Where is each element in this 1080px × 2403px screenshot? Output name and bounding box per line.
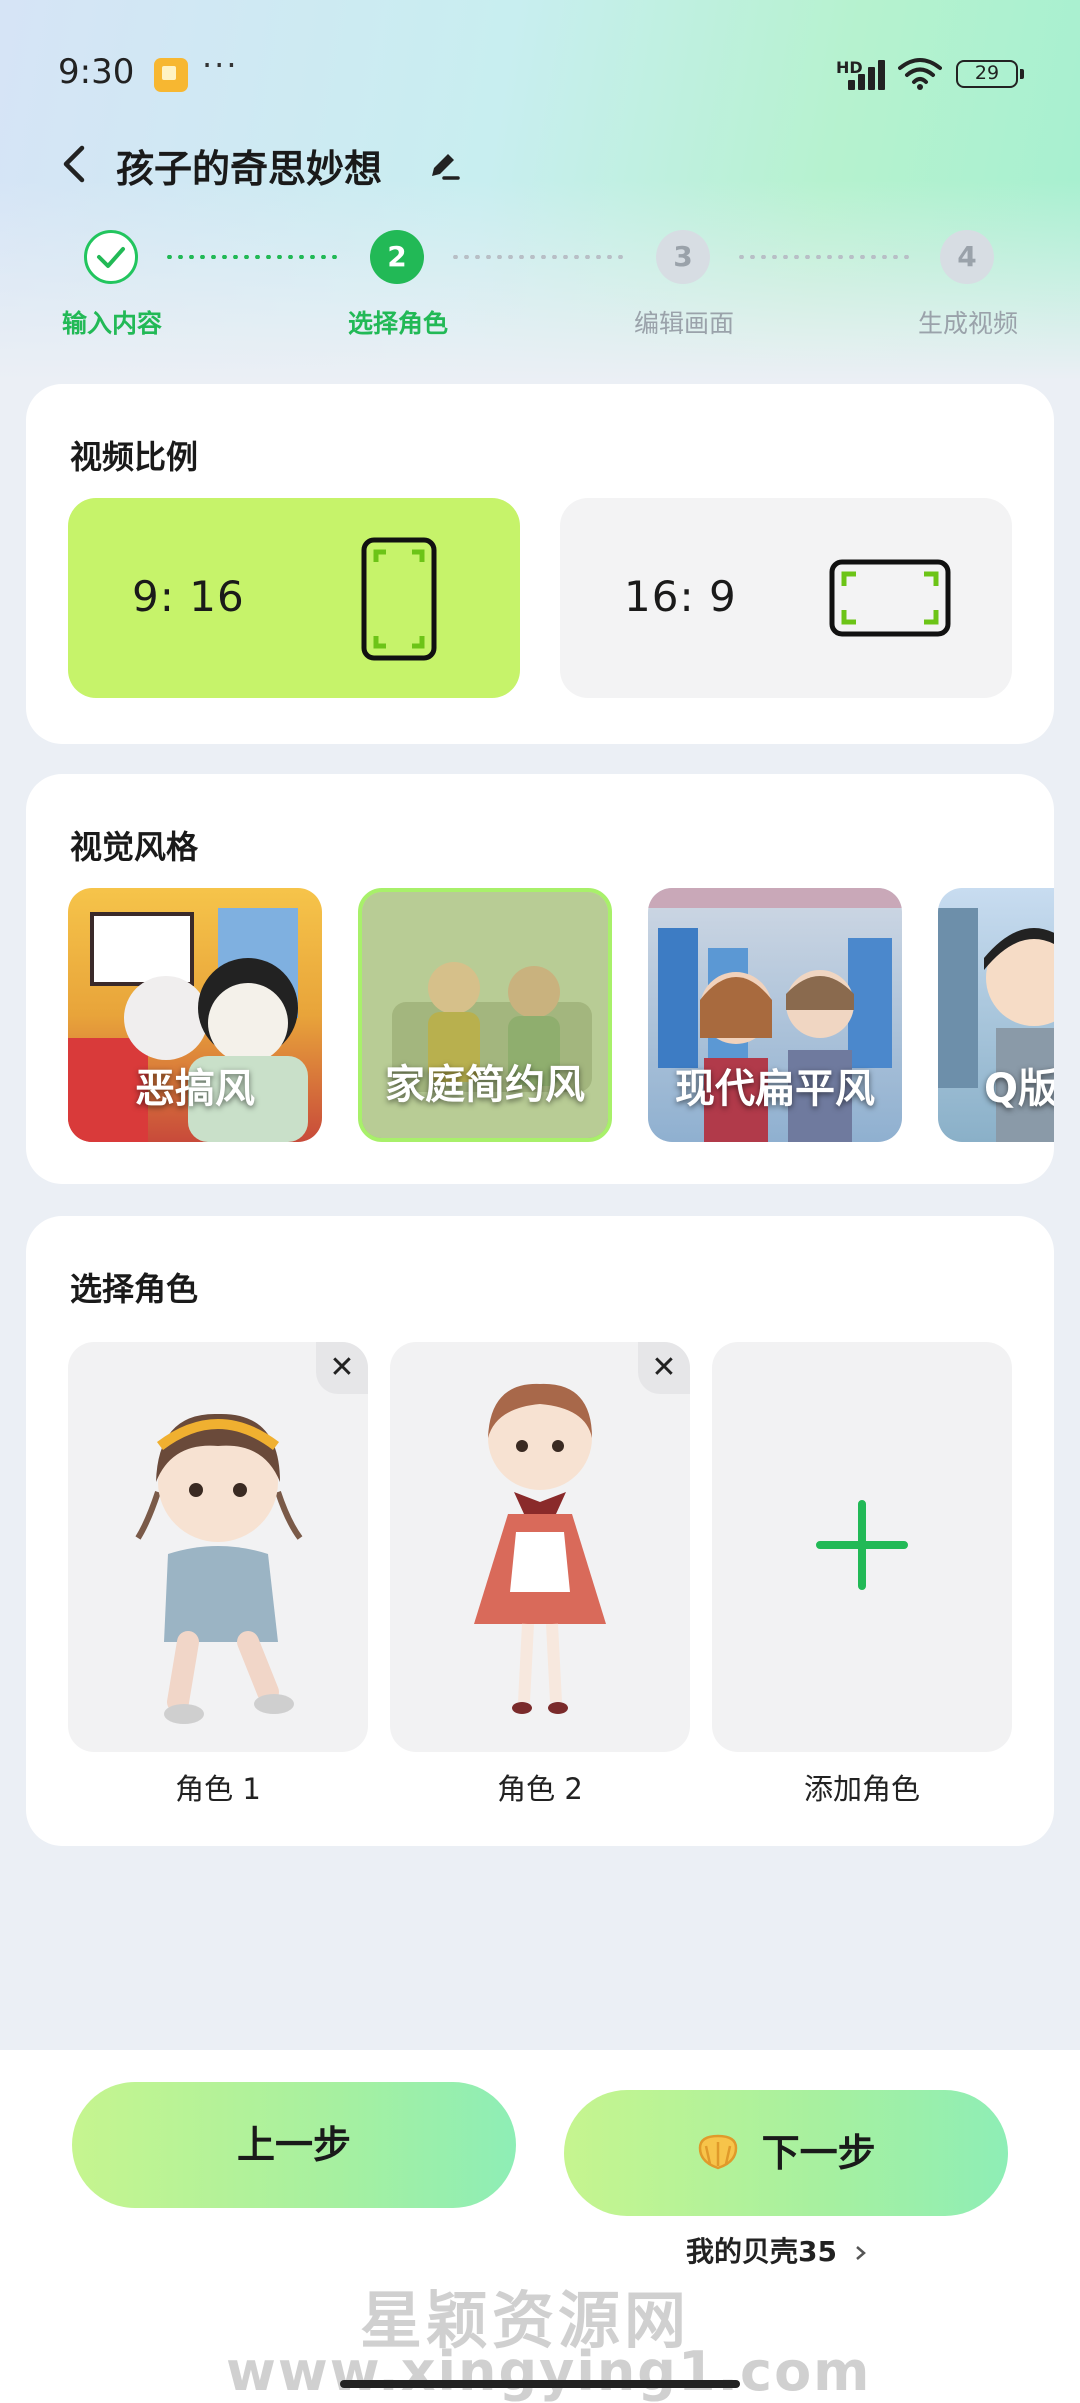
shell-balance-link[interactable]: 我的贝壳35 (686, 2230, 869, 2270)
notification-app-icon (154, 58, 188, 92)
step-1-label: 输入内容 (61, 309, 162, 338)
remove-character-2-button[interactable]: ✕ (638, 1342, 690, 1394)
character-card-1[interactable]: ✕ (68, 1342, 368, 1752)
wifi-icon (898, 58, 942, 90)
battery-level: 29 (974, 62, 1000, 84)
step-4-circle: 4 (940, 230, 994, 284)
add-character-label: 添加角色 (803, 1772, 920, 1806)
character-card-2[interactable]: ✕ (390, 1342, 690, 1752)
portrait-frame-icon (361, 537, 437, 661)
character-1-label: 角色 1 (175, 1772, 261, 1806)
status-time: 9:30 (58, 52, 135, 92)
edit-pencil-icon[interactable] (424, 146, 462, 184)
previous-step-button[interactable]: 上一步 (72, 2082, 516, 2208)
remove-character-1-button[interactable]: ✕ (316, 1342, 368, 1394)
more-notifications-icon: ··· (202, 46, 239, 84)
previous-step-label: 上一步 (236, 2123, 351, 2167)
shell-balance-text: 我的贝壳35 (686, 2235, 837, 2268)
next-step-label: 下一步 (761, 2131, 876, 2175)
status-bar: 9:30 ··· HD 29 (0, 40, 1080, 110)
plus-icon (816, 1500, 908, 1590)
battery-icon: 29 (956, 60, 1024, 88)
visual-style-title: 视觉风格 (70, 828, 199, 866)
add-character-button[interactable] (712, 1342, 1012, 1752)
step-2-label: 选择角色 (347, 309, 448, 338)
step-4-label: 生成视频 (917, 309, 1018, 338)
style-option-family-minimal[interactable]: 家庭简约风 (358, 888, 612, 1142)
page-title: 孩子的奇思妙想 (116, 147, 383, 191)
character-2-illustration (474, 1383, 606, 1714)
style-label: 恶搞风 (135, 1066, 255, 1112)
landscape-frame-icon (829, 559, 951, 637)
step-connector-2 (450, 255, 626, 259)
step-1-check (84, 230, 138, 284)
style-label: Q版 (984, 1066, 1054, 1112)
ratio-label: 16: 9 (624, 572, 737, 621)
characters-title: 选择角色 (70, 1270, 199, 1308)
video-ratio-title: 视频比例 (70, 438, 199, 476)
style-option-modern-flat[interactable]: 现代扁平风 (648, 888, 902, 1142)
video-ratio-card: 视频比例 9: 16 16: 9 (26, 384, 1054, 744)
style-option-spoof[interactable]: 恶搞风 (68, 888, 322, 1142)
step-3-label: 编辑画面 (633, 309, 734, 338)
ratio-option-9-16[interactable]: 9: 16 (68, 498, 520, 698)
progress-stepper: 2 3 4 输入内容 选择角色 编辑画面 生成视频 (0, 230, 1080, 340)
character-2-label: 角色 2 (497, 1772, 583, 1806)
characters-card: 选择角色 ✕ 角色 1 ✕ 角色 2 添加角色 (26, 1216, 1054, 1846)
ratio-option-16-9[interactable]: 16: 9 (560, 498, 1012, 698)
cellular-signal-icon (846, 58, 886, 90)
back-arrow-icon[interactable] (56, 140, 96, 188)
step-connector-3 (736, 255, 912, 259)
next-step-button[interactable]: 下一步 (564, 2090, 1008, 2216)
visual-style-card: 视觉风格 恶搞风 家庭简约风 现代扁平风 Q版 (26, 774, 1054, 1184)
chevron-right-icon (855, 2246, 866, 2260)
ratio-label: 9: 16 (132, 572, 245, 621)
home-indicator[interactable] (340, 2380, 740, 2388)
style-label: 家庭简约风 (385, 1062, 585, 1108)
shell-icon (699, 2134, 738, 2169)
character-1-illustration (135, 1413, 303, 1724)
step-connector-1 (164, 255, 340, 259)
step-3-circle: 3 (656, 230, 710, 284)
style-label: 现代扁平风 (675, 1066, 875, 1112)
watermark-url: www.xingying1.com (226, 2340, 872, 2403)
step-2-circle: 2 (370, 230, 424, 284)
check-icon (97, 247, 125, 268)
style-option-chibi[interactable]: Q版 (938, 888, 1054, 1142)
